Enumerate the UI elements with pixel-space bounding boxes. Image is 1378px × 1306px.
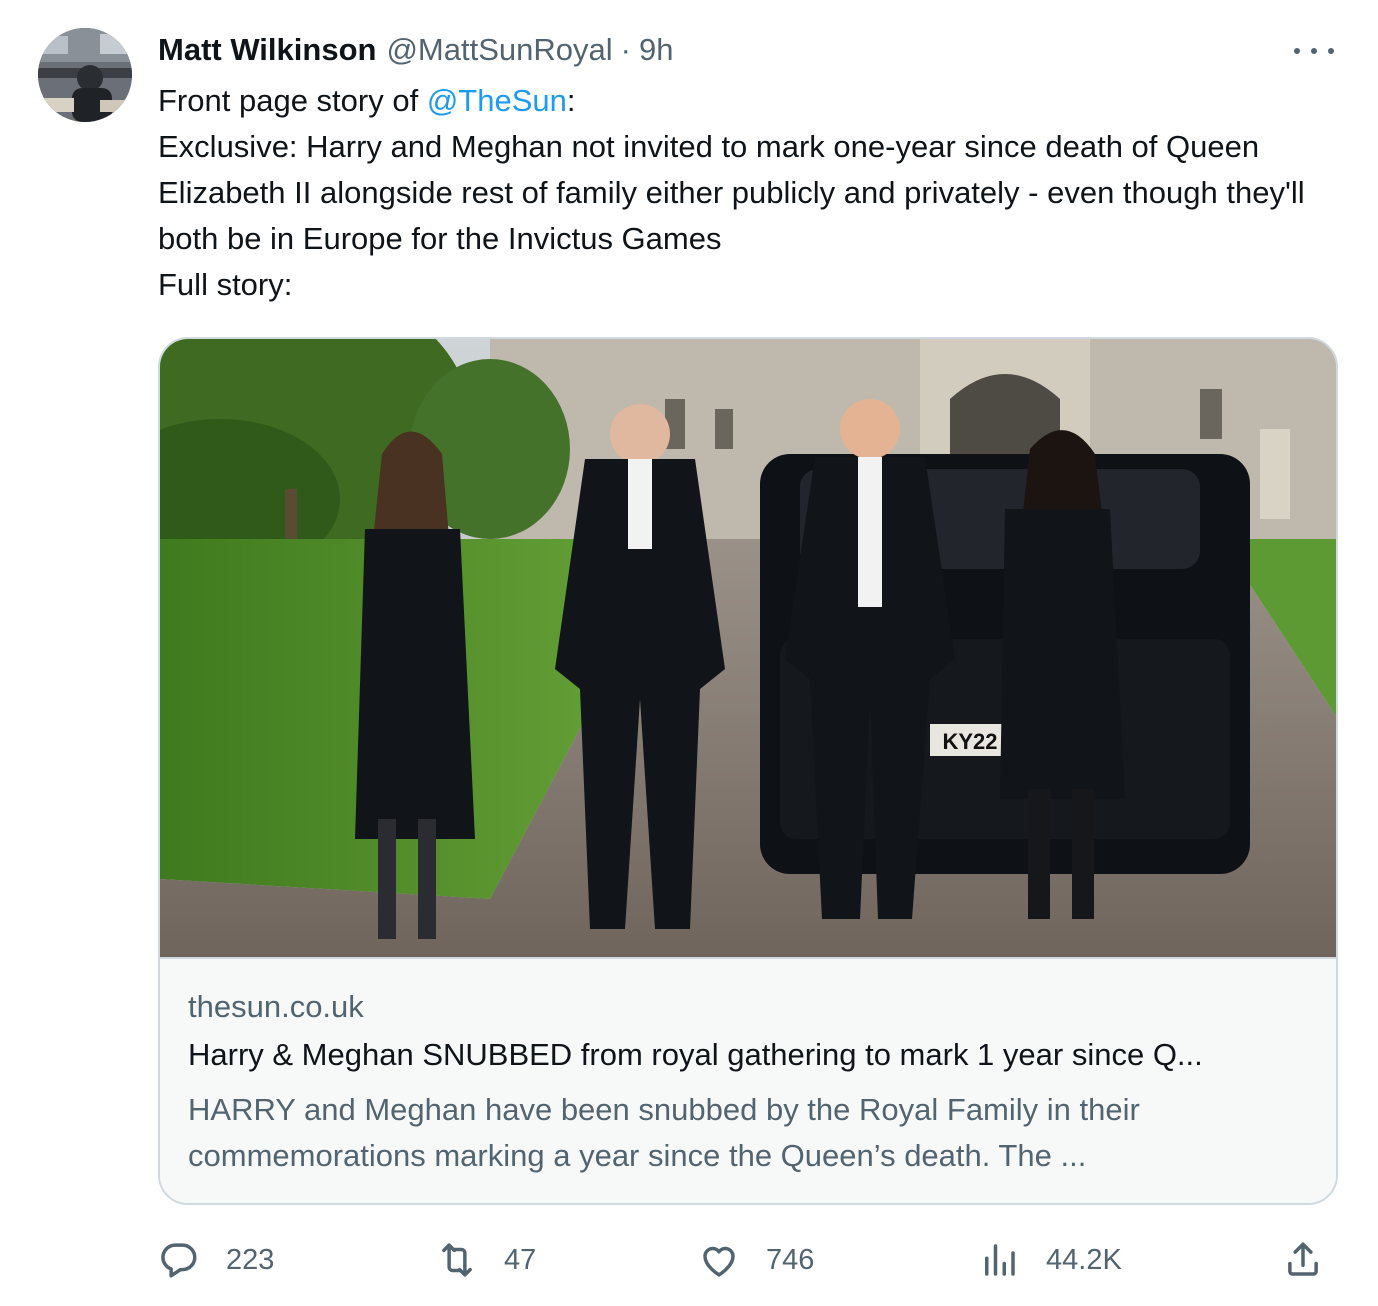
card-meta: thesun.co.uk Harry & Meghan SNUBBED from…	[160, 959, 1336, 1203]
mention-link[interactable]: @TheSun	[427, 83, 567, 118]
card-photo: KY22	[160, 339, 1336, 957]
author-display-name[interactable]: Matt Wilkinson	[158, 32, 376, 68]
link-card[interactable]: KY22 thesun.co.uk Harry & Meghan SNUBBED…	[158, 337, 1338, 1205]
tweet-text: Front page story of @TheSun: Exclusive: …	[158, 78, 1338, 308]
tweet-line-intro: Front page story of @TheSun:	[158, 78, 1338, 124]
repost-count: 47	[504, 1243, 537, 1276]
header-separator: ·	[620, 32, 631, 67]
tweet-line-headline: Exclusive: Harry and Meghan not invited …	[158, 129, 1305, 256]
car-plate-text: KY22	[942, 729, 997, 754]
views-icon	[985, 1244, 1015, 1276]
tweet-timestamp[interactable]: 9h	[639, 32, 673, 68]
reply-button[interactable]: 223	[158, 1232, 274, 1288]
tweet-line-intro-prefix: Front page story of	[158, 83, 427, 118]
more-dot	[1328, 48, 1334, 54]
views-count: 44.2K	[1046, 1243, 1122, 1276]
like-button[interactable]: 746	[698, 1232, 814, 1288]
reply-count: 223	[226, 1243, 275, 1276]
avatar-image	[38, 28, 132, 122]
repost-button[interactable]: 47	[436, 1232, 536, 1288]
share-icon	[1288, 1242, 1318, 1276]
card-title: Harry & Meghan SNUBBED from royal gather…	[188, 1037, 1203, 1072]
like-count: 746	[766, 1243, 815, 1276]
card-domain: thesun.co.uk	[188, 989, 364, 1024]
more-dot	[1311, 48, 1317, 54]
repost-icon	[442, 1243, 472, 1277]
avatar[interactable]	[38, 28, 132, 122]
author-handle[interactable]: @MattSunRoyal	[386, 32, 612, 68]
tweet-header: Matt Wilkinson @MattSunRoyal · 9h	[158, 26, 673, 74]
card-image[interactable]: KY22	[160, 339, 1336, 959]
tweet-line-intro-suffix: :	[566, 83, 576, 118]
card-description: HARRY and Meghan have been snubbed by th…	[188, 1092, 1140, 1173]
more-dot	[1294, 48, 1300, 54]
heart-icon	[703, 1246, 735, 1277]
tweet: Matt Wilkinson @MattSunRoyal · 9h Front …	[0, 0, 1378, 1306]
reply-icon	[161, 1243, 197, 1278]
views-button[interactable]: 44.2K	[978, 1232, 1122, 1288]
action-bar: 223 47 746 44.2K	[158, 1232, 1338, 1288]
more-icon[interactable]	[1294, 36, 1334, 66]
tweet-line-full-story: Full story:	[158, 267, 293, 302]
share-button[interactable]	[1282, 1232, 1324, 1288]
